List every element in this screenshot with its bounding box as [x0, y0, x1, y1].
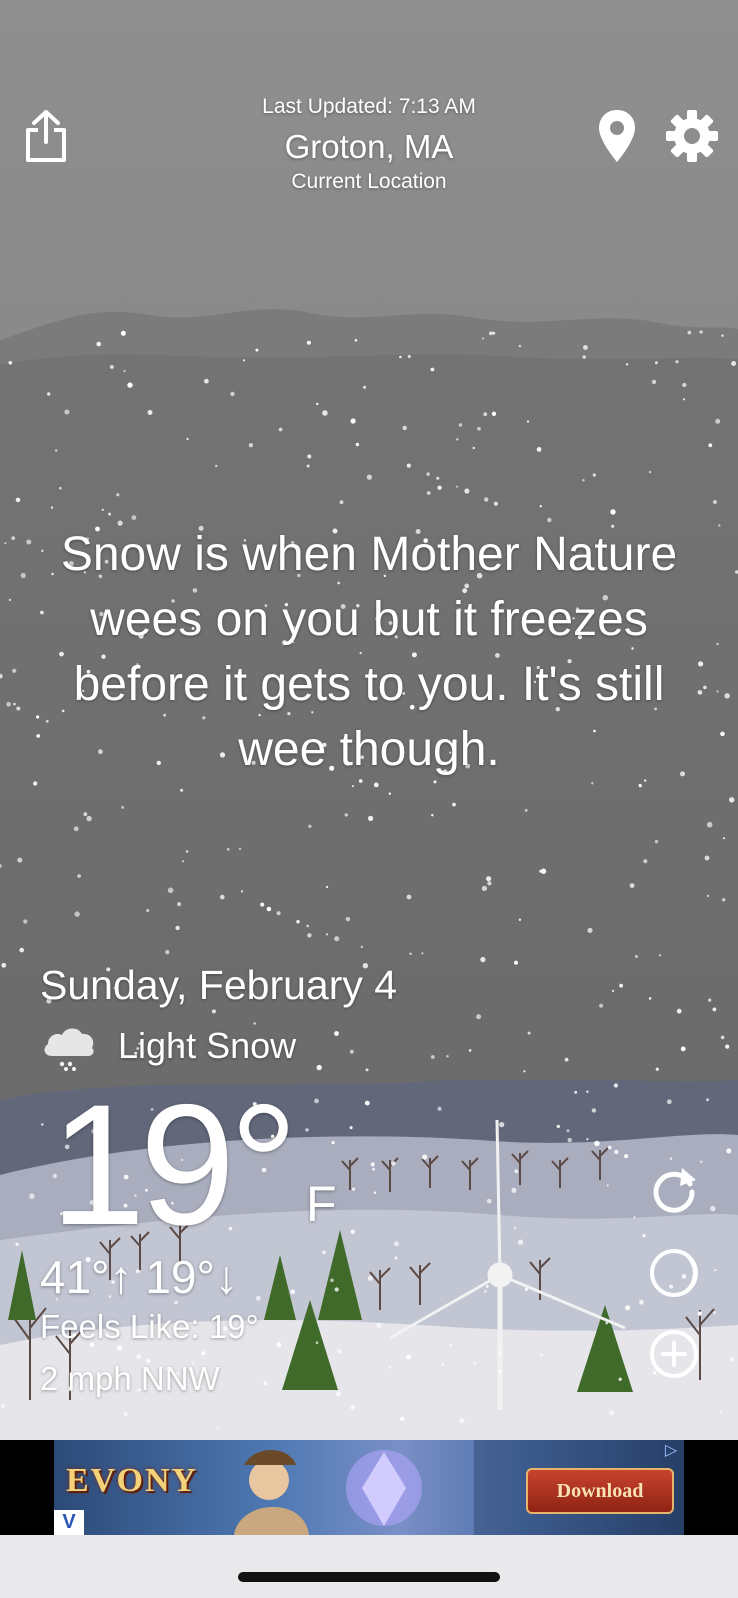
weather-quote: Snow is when Mother Nature wees on you b… [60, 528, 678, 776]
location-pin-icon [599, 110, 635, 162]
ad-creative[interactable]: EVONY Download V ▷ [54, 1440, 684, 1535]
forecast-date: Sunday, February 4 [40, 962, 398, 1008]
bottom-safe-area [0, 1535, 738, 1598]
ad-choices-icon[interactable]: ▷ [662, 1442, 680, 1460]
condition-text: Light Snow [118, 1025, 297, 1066]
location-button[interactable] [596, 108, 638, 164]
ad-brand: EVONY [66, 1462, 199, 1499]
current-temperature[interactable]: 19° [50, 1079, 298, 1251]
refresh-icon [653, 1168, 696, 1213]
add-location-button[interactable] [646, 1326, 702, 1382]
high-low-temperature: 41°↑ 19°↓ [40, 1251, 238, 1303]
wind-speed: 2 mph NNW [40, 1360, 220, 1397]
ad-download-button[interactable]: Download [526, 1468, 674, 1514]
location-label: Current Location [291, 170, 447, 193]
ad-badge: V [54, 1510, 84, 1535]
mountain-mist [0, 309, 738, 405]
home-indicator[interactable] [238, 1572, 500, 1582]
gear-icon [666, 110, 718, 162]
settings-button[interactable] [664, 108, 720, 164]
refresh-button[interactable] [646, 1162, 702, 1218]
temperature-unit[interactable]: F [306, 1175, 337, 1233]
ad-banner[interactable]: EVONY Download V ▷ [0, 1440, 738, 1535]
moon-phase-button[interactable] [646, 1245, 702, 1301]
feels-like: Feels Like: 19° [40, 1308, 259, 1345]
weather-screen: Last Updated: 7:13 AM Groton, MA Current… [0, 0, 738, 1598]
add-location-icon [650, 1330, 698, 1378]
moon-icon [650, 1249, 698, 1297]
light-snow-cloud-icon [44, 1028, 94, 1071]
